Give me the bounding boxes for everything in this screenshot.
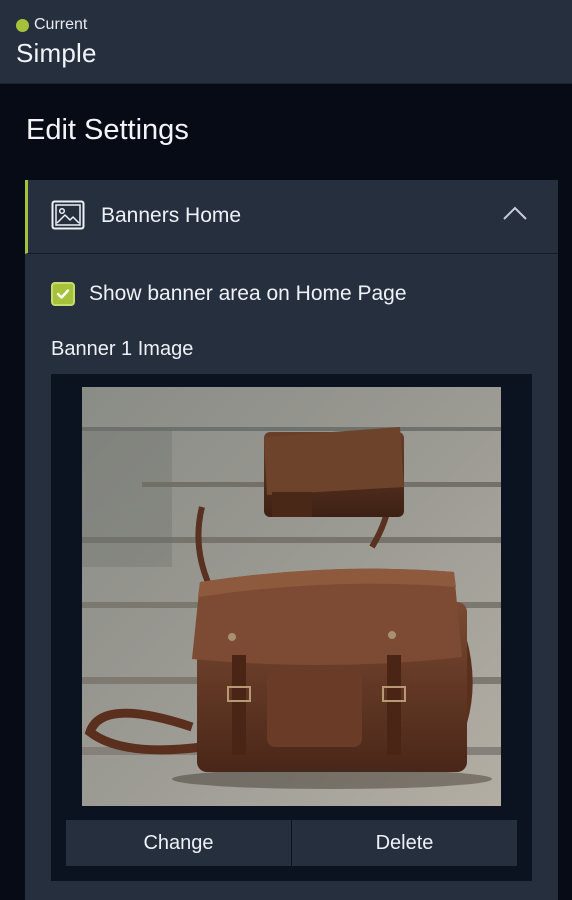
show-banner-checkbox-row[interactable]: Show banner area on Home Page xyxy=(51,282,407,306)
checkmark-icon xyxy=(56,289,70,299)
status-label: Current xyxy=(34,16,88,33)
delete-image-button[interactable]: Delete xyxy=(291,820,517,866)
change-image-button[interactable]: Change xyxy=(66,820,291,866)
show-banner-checkbox[interactable] xyxy=(51,282,75,306)
panel-title: Edit Settings xyxy=(26,114,189,146)
theme-name: Simple xyxy=(16,38,97,68)
show-banner-label: Show banner area on Home Page xyxy=(89,282,407,305)
banner-1-image-label: Banner 1 Image xyxy=(51,338,194,360)
current-status: Current xyxy=(16,16,87,34)
image-icon xyxy=(51,200,85,230)
settings-panel: Edit Settings Banners Home Show banner a… xyxy=(0,84,572,900)
chevron-up-icon[interactable] xyxy=(502,205,528,221)
banner-image-preview xyxy=(82,387,501,806)
image-actions: Change Delete xyxy=(66,820,517,866)
theme-header: Current Simple xyxy=(0,0,572,84)
section-title: Banners Home xyxy=(101,204,242,227)
status-dot-icon xyxy=(16,18,29,32)
banners-home-section: Banners Home Show banner area on Home Pa… xyxy=(25,180,558,900)
banner-1-image-box: Change Delete xyxy=(51,374,532,881)
section-header-banners-home[interactable]: Banners Home xyxy=(25,180,558,254)
